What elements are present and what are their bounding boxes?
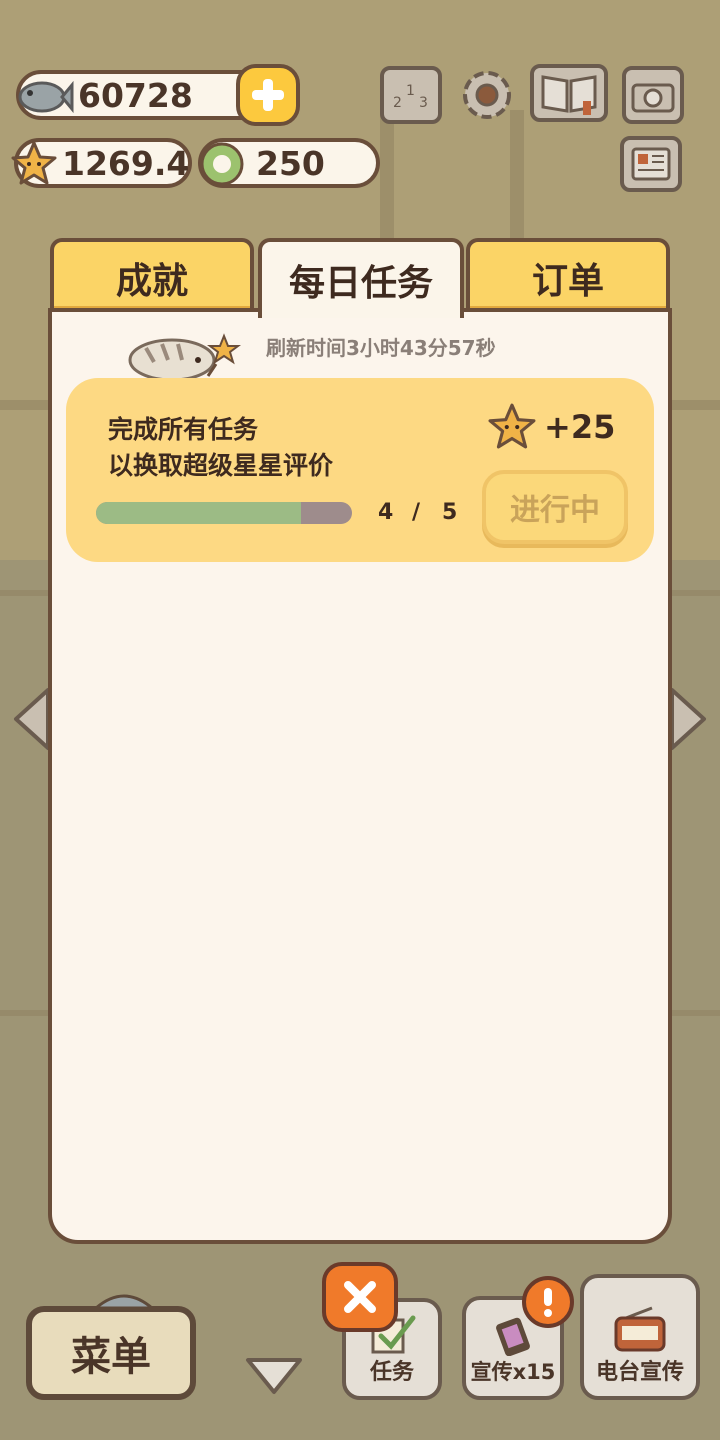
alert-badge [522, 1276, 574, 1328]
radio-promo-label: 电台宣传 [595, 1360, 684, 1385]
progress-current: 4 [378, 500, 394, 525]
promo-label: 宣传x15 [470, 1360, 556, 1384]
podium-icon: 2 1 3 [393, 83, 428, 111]
reward-star-icon [488, 403, 536, 449]
wall-post [510, 110, 524, 240]
progress-separator: / [412, 500, 421, 525]
newspaper-icon [631, 147, 671, 181]
add-fish-button[interactable] [236, 64, 300, 126]
settings-button[interactable] [456, 64, 518, 126]
task-progress-fill [96, 502, 301, 524]
task-progress-bar [96, 502, 352, 524]
gem-count: 250 [256, 143, 325, 183]
ranking-button[interactable]: 2 1 3 [380, 66, 442, 124]
menu-label: 菜单 [71, 1334, 151, 1380]
task-title-line1: 完成所有任务 [108, 415, 259, 444]
newspaper-button[interactable] [620, 136, 682, 192]
menu-button[interactable]: 菜单 [26, 1306, 196, 1400]
star-count: 1269.4 [62, 143, 190, 183]
task-title-line2: 以换取超级星星评价 [108, 451, 334, 480]
plus-icon [252, 79, 284, 111]
guide-book-button[interactable] [530, 64, 608, 122]
close-icon [344, 1281, 376, 1313]
svg-text:2: 2 [393, 95, 402, 111]
progress-total: 5 [442, 500, 458, 525]
radio-icon [614, 1306, 666, 1352]
refresh-timer: 刷新时间3小时43分57秒 [266, 336, 496, 360]
right-arrow-icon[interactable] [668, 686, 708, 752]
star-icon [10, 138, 58, 188]
camera-button[interactable] [622, 66, 684, 124]
collapse-arrow-icon[interactable] [244, 1356, 304, 1396]
fish-icon [14, 66, 74, 126]
wall-post [380, 110, 394, 240]
tab-orders[interactable]: 订单 [466, 238, 670, 314]
fish-count: 60728 [78, 75, 193, 115]
task-label: 任务 [369, 1360, 414, 1385]
gear-icon [463, 71, 511, 119]
left-arrow-icon[interactable] [12, 686, 52, 752]
reward-amount: +25 [544, 408, 616, 446]
book-icon [541, 75, 597, 115]
tab-daily-tasks[interactable]: 每日任务 [258, 238, 464, 318]
radio-promo-button[interactable]: 电台宣传 [580, 1274, 700, 1400]
svg-text:3: 3 [419, 95, 428, 111]
exclamation-icon [544, 1288, 552, 1317]
close-button[interactable] [322, 1262, 398, 1332]
svg-text:1: 1 [406, 83, 415, 99]
tab-achievements[interactable]: 成就 [50, 238, 254, 314]
phone-icon [496, 1317, 530, 1356]
task-status-button[interactable]: 进行中 [482, 470, 628, 544]
gem-icon [196, 138, 248, 190]
cloche-icon [92, 1294, 156, 1310]
camera-icon [631, 83, 675, 113]
